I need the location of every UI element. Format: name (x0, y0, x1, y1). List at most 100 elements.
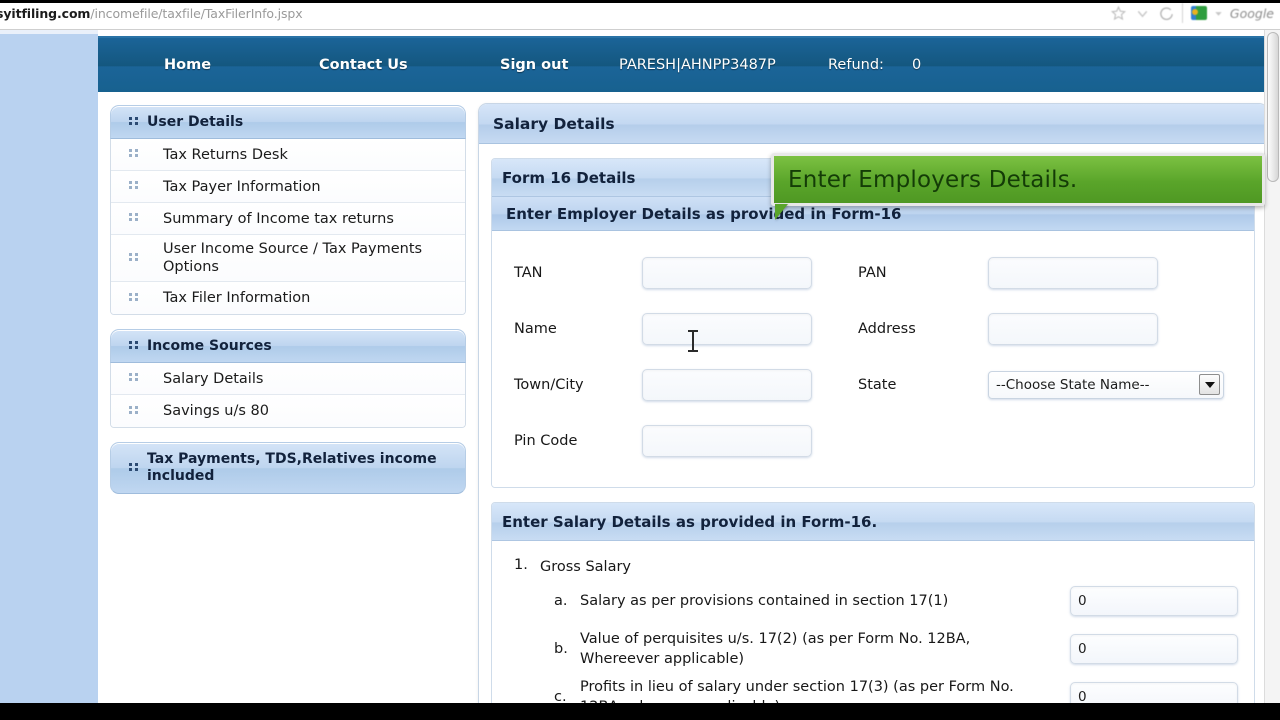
bullet-icon (129, 213, 138, 224)
sidebar-item-salary-details[interactable]: Salary Details (111, 363, 465, 395)
state-select[interactable]: --Choose State Name-- (988, 371, 1224, 399)
address-input[interactable] (988, 313, 1158, 345)
nav-refund-label: Refund: (828, 57, 884, 73)
search-placeholder: Google (1229, 5, 1274, 21)
screen-top-letterbox (0, 0, 1280, 3)
bullet-icon (129, 149, 138, 160)
name-input[interactable] (642, 313, 812, 345)
sidebar-item-label: Tax Payer Information (163, 178, 321, 195)
employer-details-title: Enter Employer Details as provided in Fo… (506, 204, 902, 223)
page-title: Salary Details (493, 114, 615, 133)
sidebar-panel-body: Tax Returns Desk Tax Payer Information S… (110, 139, 466, 315)
bullet-icon (129, 292, 138, 304)
instruction-callout-pointer (775, 204, 788, 220)
sidebar-panel-user-details: User Details Tax Returns Desk Tax Payer … (110, 105, 466, 315)
instruction-callout-text: Enter Employers Details. (788, 166, 1078, 193)
pin-code-label: Pin Code (514, 433, 578, 449)
sidebar-item-tax-returns-desk[interactable]: Tax Returns Desk (111, 139, 465, 171)
chevron-down-icon[interactable] (1134, 5, 1151, 22)
tan-label: TAN (514, 265, 543, 281)
sidebar-panel-body: Salary Details Savings u/s 80 (110, 363, 466, 428)
sidebar-item-label: User Income Source / Tax Payments Option… (163, 241, 423, 275)
nav-sign-out-link[interactable]: Sign out (500, 57, 568, 73)
scrollbar-thumb[interactable] (1267, 32, 1279, 182)
form-row-pincode: Pin Code (492, 413, 1254, 469)
form16-section-title: Form 16 Details (502, 168, 636, 187)
page-left-gutter (0, 30, 98, 703)
salary-details-body: 1. Gross Salary a. Salary as per provisi… (492, 541, 1254, 720)
chevron-down-icon[interactable] (1199, 374, 1220, 395)
salary-17-1-input[interactable] (1070, 586, 1238, 616)
sidebar-item-label: Tax Filer Information (163, 290, 311, 306)
salary-row-number: b. (554, 641, 568, 657)
salary-17-2-input[interactable] (1070, 634, 1238, 664)
nav-home-link[interactable]: Home (164, 57, 211, 73)
page-scrollbar[interactable] (1264, 30, 1280, 703)
state-select-value: --Choose State Name-- (996, 377, 1150, 393)
address-label: Address (858, 321, 916, 337)
nav-refund-value: 0 (912, 57, 922, 73)
salary-item-number: 1. (514, 557, 528, 573)
form-row-name-address: Name Address (492, 301, 1254, 357)
sidebar-item-tax-filer-information[interactable]: Tax Filer Information (111, 282, 465, 314)
sidebar-item-summary-of-income-tax-returns[interactable]: Summary of Income tax returns (111, 203, 465, 235)
bullet-icon (129, 181, 138, 192)
nav-contact-us-link[interactable]: Contact Us (319, 57, 408, 73)
sidebar-panel-header[interactable]: User Details (110, 105, 466, 139)
sidebar-panel-title: Tax Payments, TDS,Relatives income inclu… (147, 451, 437, 484)
sidebar-item-savings-us-80[interactable]: Savings u/s 80 (111, 395, 465, 427)
salary-details-section: Enter Salary Details as provided in Form… (491, 502, 1255, 720)
form-row-tan-pan: TAN PAN (492, 245, 1254, 301)
salary-row-number: a. (554, 593, 568, 609)
sidebar-panel-income-sources: Income Sources Salary Details Savings u/… (110, 329, 466, 428)
sidebar-item-user-income-source-tax-payments-options[interactable]: User Income Source / Tax Payments Option… (111, 235, 465, 282)
pin-code-input[interactable] (642, 425, 812, 457)
google-icon (1190, 6, 1207, 20)
search-box[interactable]: Google (1181, 3, 1274, 23)
town-city-input[interactable] (642, 369, 812, 401)
drag-handle-icon (129, 340, 138, 352)
sidebar-item-label: Tax Returns Desk (163, 146, 288, 163)
state-label: State (858, 377, 897, 393)
name-label: Name (514, 321, 557, 337)
pan-input[interactable] (988, 257, 1158, 289)
town-city-label: Town/City (514, 377, 584, 393)
page-title-bar: Salary Details (479, 104, 1267, 144)
sidebar-panel-title: Income Sources (147, 337, 272, 354)
browser-toolbar-right: Google (1110, 3, 1274, 23)
chevron-down-icon[interactable] (1213, 8, 1224, 19)
screen-bottom-letterbox (0, 703, 1280, 720)
bullet-icon (129, 405, 138, 417)
salary-item-label: Gross Salary (540, 559, 632, 575)
star-icon[interactable] (1110, 5, 1127, 22)
screen-root: syitfiling.com/incomefile/taxfile/TaxFil… (0, 0, 1280, 720)
sidebar-panel-tax-payments: Tax Payments, TDS,Relatives income inclu… (110, 442, 466, 494)
form-row-town-state: Town/City State --Choose State Name-- (492, 357, 1254, 413)
tan-input[interactable] (642, 257, 812, 289)
bullet-icon (129, 252, 138, 264)
sidebar-item-tax-payer-information[interactable]: Tax Payer Information (111, 171, 465, 203)
salary-item-gross-salary: 1. Gross Salary (492, 557, 1254, 577)
url-host: syitfiling.com (0, 6, 91, 21)
top-navigation-bar: Home Contact Us Sign out PARESH|AHNPP348… (98, 36, 1280, 92)
reload-icon[interactable] (1158, 5, 1175, 22)
instruction-callout: Enter Employers Details. (771, 153, 1265, 206)
page-left-gutter-cap (0, 30, 98, 34)
sidebar-panel-title: User Details (147, 113, 244, 130)
employer-details-form: TAN PAN Name Address Town/City State --C… (492, 231, 1254, 487)
url-path: /incomefile/taxfile/TaxFilerInfo.jspx (90, 6, 303, 21)
pan-label: PAN (858, 265, 887, 281)
address-bar[interactable]: syitfiling.com/incomefile/taxfile/TaxFil… (0, 6, 303, 21)
sidebar-panel-header[interactable]: Income Sources (110, 329, 466, 363)
sidebar-panel-header[interactable]: Tax Payments, TDS,Relatives income inclu… (110, 442, 466, 494)
sidebar-item-label: Salary Details (163, 370, 264, 387)
salary-section-title: Enter Salary Details as provided in Form… (502, 512, 878, 531)
sidebar: User Details Tax Returns Desk Tax Payer … (110, 105, 466, 508)
bullet-icon (129, 373, 138, 384)
sidebar-item-label: Summary of Income tax returns (163, 210, 394, 227)
salary-row-label: Salary as per provisions contained in se… (580, 593, 949, 609)
salary-row-a: a. Salary as per provisions contained in… (492, 577, 1254, 625)
nav-user-identity: PARESH|AHNPP3487P (619, 57, 776, 73)
sidebar-item-label: Savings u/s 80 (163, 403, 269, 419)
drag-handle-icon (129, 462, 138, 474)
